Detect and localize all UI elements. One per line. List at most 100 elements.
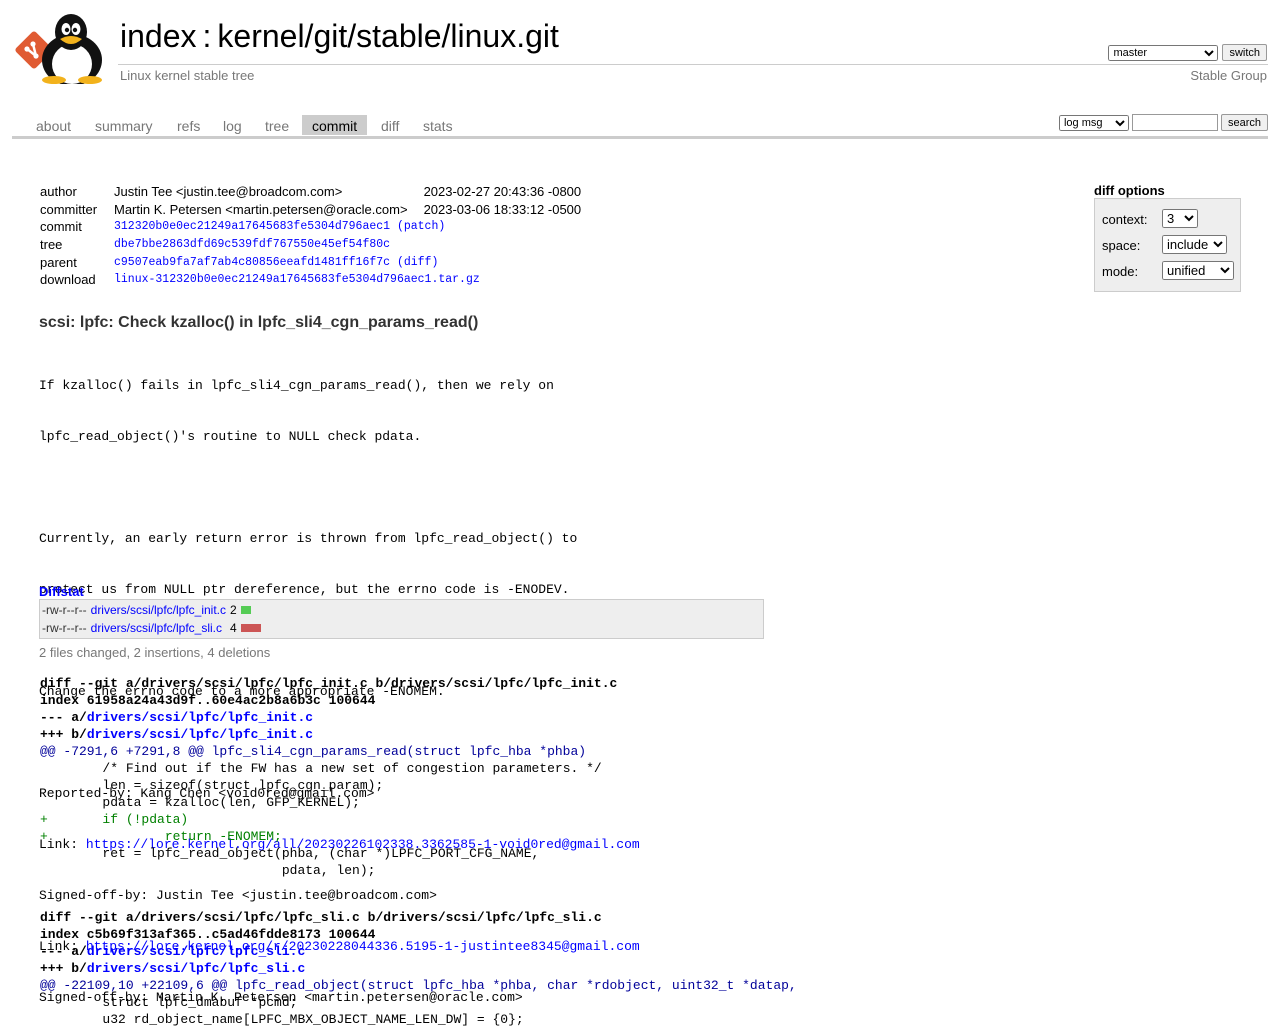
search-button[interactable]: search	[1220, 114, 1268, 131]
change-count: 4	[230, 621, 237, 635]
diff-context-line: /* Find out if the FW has a new set of c…	[40, 761, 602, 776]
diffstat-row: -rw-r--r-- drivers/scsi/lpfc/lpfc_init.c…	[42, 601, 251, 619]
mode-option: mode: unified	[1102, 261, 1234, 280]
tab-log[interactable]: log	[213, 115, 252, 135]
old-file-link[interactable]: drivers/scsi/lpfc/lpfc_sli.c	[87, 944, 305, 959]
commit-subject: scsi: lpfc: Check kzalloc() in lpfc_sli4…	[39, 314, 479, 331]
tree-label: tree	[40, 237, 63, 253]
repo-owner: Stable Group	[1190, 68, 1267, 83]
new-file-link[interactable]: drivers/scsi/lpfc/lpfc_init.c	[87, 727, 313, 742]
parent-row: parent c9507eab9fa7af7ab4c80856eeafd1481…	[36, 253, 585, 271]
diff-index: index c5b69f313af365..c5ad46fdde8173 100…	[40, 927, 376, 942]
author-label: author	[40, 184, 77, 200]
search-input[interactable]	[1131, 114, 1218, 131]
search-form: log msg search	[1058, 114, 1268, 131]
search-mode-select[interactable]: log msg	[1058, 114, 1129, 131]
hunk-range: @@ -7291,6 +7291,8 @@	[40, 744, 204, 759]
change-count: 2	[230, 603, 237, 617]
context-option: context: 3	[1102, 209, 1198, 228]
diff-context-line: ret = lpfc_read_object(phba, (char *)LPF…	[40, 846, 540, 861]
repo-title: index: kernel/git/stable/linux.git	[120, 16, 559, 56]
cgit-logo[interactable]	[14, 12, 110, 86]
parent-hash-link[interactable]: c9507eab9fa7af7ab4c80856eeafd1481ff16f7c	[114, 256, 390, 269]
old-prefix: --- a/	[40, 710, 87, 725]
parent-diff-link[interactable]: (diff)	[397, 256, 438, 269]
hunk-header: @@ -22109,10 +22109,6 @@ lpfc_read_objec…	[40, 977, 797, 994]
commit-hash-link[interactable]: 312320b0e0ec21249a17645683fe5304d796aec1	[114, 220, 390, 233]
commit-row: commit 312320b0e0ec21249a17645683fe5304d…	[36, 218, 585, 236]
message-line: If kzalloc() fails in lpfc_sli4_cgn_para…	[39, 378, 554, 393]
author-row: author Justin Tee <justin.tee@broadcom.c…	[36, 183, 585, 201]
diff-added-line: + return -ENOMEM;	[40, 829, 282, 844]
committer-date: 2023-03-06 18:33:12 -0500	[423, 201, 582, 217]
diff-header: diff --git a/drivers/scsi/lpfc/lpfc_sli.…	[40, 910, 602, 925]
message-line: Signed-off-by: Justin Tee <justin.tee@br…	[39, 888, 437, 903]
tab-diff[interactable]: diff	[371, 115, 409, 135]
diffstat-summary: 2 files changed, 2 insertions, 4 deletio…	[39, 645, 271, 660]
diff-context-line: pdata = kzalloc(len, GFP_KERNEL);	[40, 795, 360, 810]
old-prefix: --- a/	[40, 944, 87, 959]
index-link[interactable]: index	[120, 18, 197, 54]
tab-refs[interactable]: refs	[167, 115, 210, 135]
file-diff-block: diff --git a/drivers/scsi/lpfc/lpfc_sli.…	[40, 909, 797, 1028]
branch-switch-form: master switch	[1108, 44, 1267, 61]
space-select[interactable]: include	[1162, 235, 1227, 254]
tab-commit[interactable]: commit	[302, 115, 368, 135]
diff-index: index 61958a24a43d9f..60e4ac2b8a6b3c 100…	[40, 693, 376, 708]
repo-path-link[interactable]: kernel/git/stable/linux.git	[217, 18, 559, 54]
new-prefix: +++ b/	[40, 727, 87, 742]
diffstat-file-link[interactable]: drivers/scsi/lpfc/lpfc_init.c	[91, 601, 226, 619]
download-row: download linux-312320b0e0ec21249a1764568…	[36, 271, 585, 289]
tab-tree[interactable]: tree	[255, 115, 299, 135]
committer-value: Martin K. Petersen <martin.petersen@orac…	[114, 201, 408, 217]
diff-old-file: --- a/drivers/scsi/lpfc/lpfc_init.c	[40, 709, 617, 726]
hunk-header: @@ -7291,6 +7291,8 @@ lpfc_sli4_cgn_para…	[40, 743, 617, 760]
download-link[interactable]: linux-312320b0e0ec21249a17645683fe5304d7…	[114, 273, 480, 286]
message-line: protect us from NULL ptr dereference, bu…	[39, 582, 570, 597]
diff-old-file: --- a/drivers/scsi/lpfc/lpfc_sli.c	[40, 943, 797, 960]
patch-link[interactable]: (patch)	[397, 220, 445, 233]
committer-row: committer Martin K. Petersen <martin.pet…	[36, 201, 585, 219]
diff-context-line: struct lpfc_dmabuf *pcmd;	[40, 995, 298, 1010]
diff-new-file: +++ b/drivers/scsi/lpfc/lpfc_init.c	[40, 726, 617, 743]
author-value: Justin Tee <justin.tee@broadcom.com>	[114, 184, 343, 200]
parent-label: parent	[40, 254, 77, 270]
diffstat-header-link[interactable]: Diffstat	[39, 584, 84, 599]
hunk-function: lpfc_sli4_cgn_params_read(struct lpfc_hb…	[203, 744, 587, 759]
diffstat-file-link[interactable]: drivers/scsi/lpfc/lpfc_sli.c	[91, 619, 222, 637]
hunk-function: lpfc_read_object(struct lpfc_hba *phba, …	[227, 978, 797, 993]
file-diff-block: diff --git a/drivers/scsi/lpfc/lpfc_init…	[40, 675, 617, 879]
diff-options-panel: context: 3 space: include mode: unified	[1094, 198, 1241, 292]
diff-header: diff --git a/drivers/scsi/lpfc/lpfc_init…	[40, 676, 618, 691]
commit-info-table: author Justin Tee <justin.tee@broadcom.c…	[36, 183, 585, 289]
file-mode: -rw-r--r--	[42, 621, 87, 635]
tux-logo-icon	[15, 14, 102, 86]
tree-hash-link[interactable]: dbe7bbe2863dfd69c539fdf767550e45ef54f80c	[114, 238, 390, 251]
diffstat-table: -rw-r--r-- drivers/scsi/lpfc/lpfc_init.c…	[39, 599, 764, 639]
header-divider	[118, 64, 1268, 65]
tab-bar: about summary refs log tree commit diff …	[12, 114, 1268, 139]
new-prefix: +++ b/	[40, 961, 87, 976]
switch-button[interactable]: switch	[1222, 44, 1267, 61]
branch-select[interactable]: master	[1108, 44, 1219, 61]
author-date: 2023-02-27 20:43:36 -0800	[423, 184, 582, 200]
tab-summary[interactable]: summary	[85, 115, 163, 135]
mode-label: mode:	[1102, 264, 1139, 279]
tree-row: tree dbe7bbe2863dfd69c539fdf767550e45ef5…	[36, 236, 585, 254]
committer-label: committer	[40, 201, 98, 217]
repo-description: Linux kernel stable tree	[120, 68, 255, 83]
hunk-range: @@ -22109,10 +22109,6 @@	[40, 978, 228, 993]
commit-label: commit	[40, 219, 82, 235]
diff-added-line: + if (!pdata)	[40, 812, 189, 827]
tab-about[interactable]: about	[26, 115, 81, 135]
context-select[interactable]: 3	[1162, 209, 1198, 228]
new-file-link[interactable]: drivers/scsi/lpfc/lpfc_sli.c	[87, 961, 305, 976]
diff-context-line: len = sizeof(struct lpfc_cgn_param);	[40, 778, 384, 793]
mode-select[interactable]: unified	[1162, 261, 1234, 280]
tab-stats[interactable]: stats	[413, 115, 463, 135]
diff-new-file: +++ b/drivers/scsi/lpfc/lpfc_sli.c	[40, 960, 797, 977]
title-separator: :	[202, 18, 212, 54]
space-option: space: include	[1102, 235, 1227, 254]
message-line: lpfc_read_object()'s routine to NULL che…	[39, 429, 422, 444]
old-file-link[interactable]: drivers/scsi/lpfc/lpfc_init.c	[87, 710, 313, 725]
